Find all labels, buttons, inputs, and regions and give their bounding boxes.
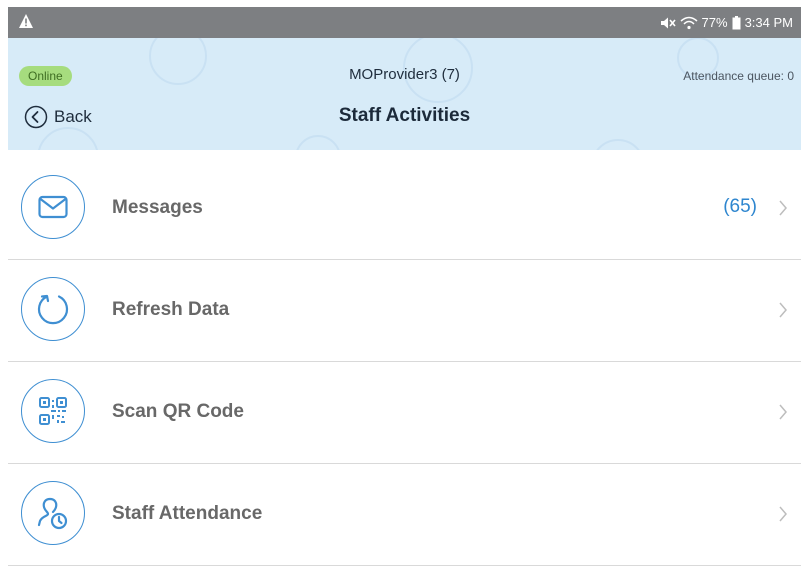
envelope-icon	[21, 175, 85, 239]
status-bar: 77% 3:34 PM	[8, 7, 801, 38]
provider-title: MOProvider3 (7)	[349, 66, 460, 83]
menu-item-label: Scan QR Code	[112, 401, 244, 422]
chevron-right-icon	[779, 200, 787, 216]
status-indicators: 77% 3:34 PM	[660, 7, 793, 38]
screen: 77% 3:34 PM Online MOProvider3 (7) Atten…	[0, 0, 801, 566]
chevron-right-icon	[779, 404, 787, 420]
chevron-right-icon	[779, 506, 787, 522]
refresh-icon	[21, 277, 85, 341]
menu-item-staff-attendance[interactable]: Staff Attendance	[8, 464, 801, 566]
attendance-queue-status: Attendance queue: 0	[683, 69, 794, 83]
messages-count-badge: (65)	[723, 196, 757, 217]
battery-icon	[732, 15, 741, 29]
menu-item-label: Messages	[112, 197, 203, 218]
menu-item-label: Refresh Data	[112, 299, 230, 320]
page-title: Staff Activities	[338, 105, 471, 126]
warning-triangle-icon	[19, 14, 33, 28]
header-background-pattern	[38, 38, 719, 150]
qr-code-icon	[21, 379, 85, 443]
app-header: Online MOProvider3 (7) Attendance queue:…	[8, 38, 801, 150]
clock: 3:34 PM	[744, 15, 793, 30]
menu-item-scan-qr-code[interactable]: Scan QR Code	[8, 362, 801, 464]
wifi-icon	[680, 16, 698, 29]
battery-percent: 77%	[701, 15, 728, 30]
mute-icon	[660, 17, 676, 28]
staff-activities-menu: Messages (65) Refresh Data Scan QR Code …	[8, 158, 801, 566]
chevron-right-icon	[779, 302, 787, 318]
staff-attendance-icon	[21, 481, 85, 545]
menu-item-messages[interactable]: Messages (65)	[8, 158, 801, 260]
menu-item-refresh-data[interactable]: Refresh Data	[8, 260, 801, 362]
menu-item-label: Staff Attendance	[112, 503, 263, 524]
